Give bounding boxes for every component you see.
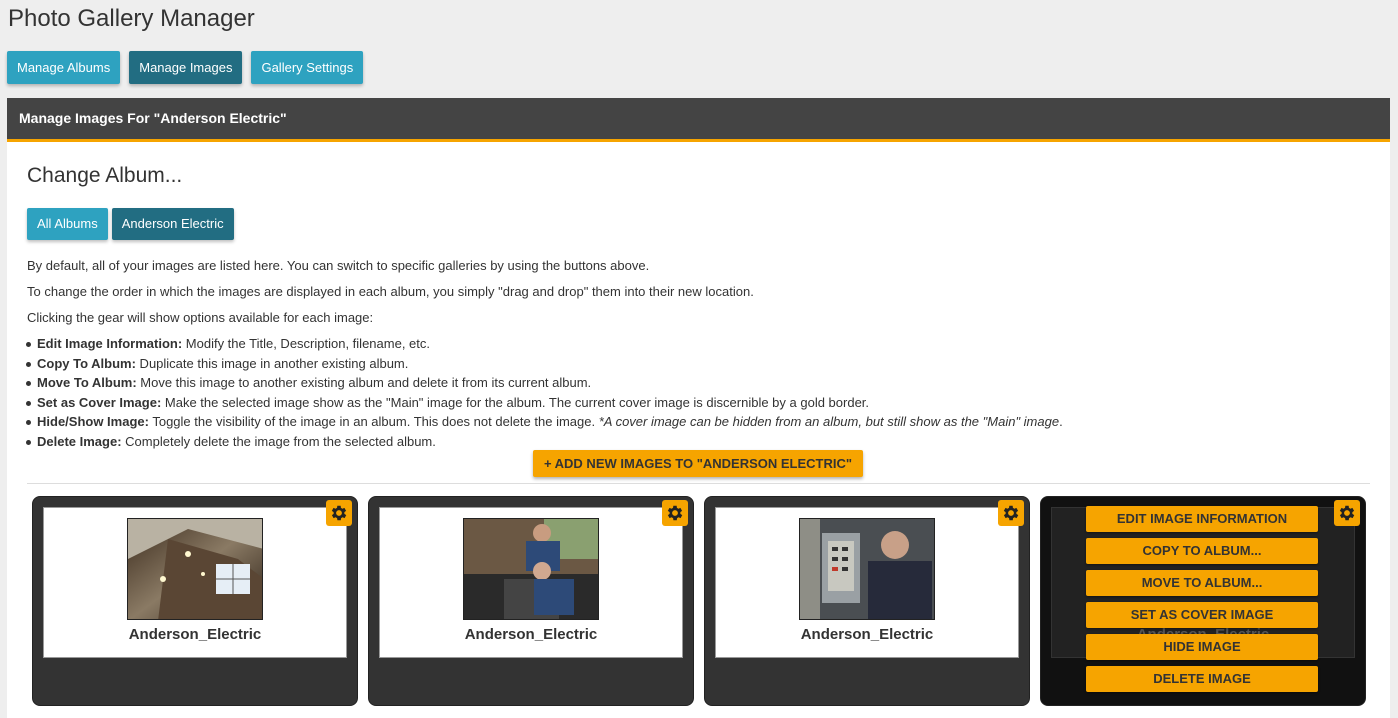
manage-images-button[interactable]: Manage Images — [129, 51, 243, 84]
move-to-album-button[interactable]: MOVE TO ALBUM... — [1086, 570, 1318, 596]
all-albums-button[interactable]: All Albums — [27, 208, 108, 240]
hide-image-button[interactable]: HIDE IMAGE — [1086, 634, 1318, 660]
main-nav: Manage Albums Manage Images Gallery Sett… — [7, 51, 364, 84]
edit-image-information-button[interactable]: EDIT IMAGE INFORMATION — [1086, 506, 1318, 532]
image-card[interactable]: Anderson_Electric — [368, 496, 694, 706]
image-card-body: Anderson_Electric — [715, 507, 1019, 658]
image-card[interactable]: Anderson_Electric — [32, 496, 358, 706]
image-card-body: Anderson_Electric — [43, 507, 347, 658]
gear-options-list: Edit Image Information: Modify the Title… — [25, 334, 1063, 451]
image-title: Anderson_Electric — [464, 626, 598, 643]
add-new-images-button[interactable]: + ADD NEW IMAGES TO "ANDERSON ELECTRIC" — [533, 450, 863, 477]
image-thumbnail — [463, 518, 599, 620]
list-item: Copy To Album: Duplicate this image in a… — [25, 354, 1063, 374]
gear-icon[interactable] — [326, 500, 352, 526]
gear-icon[interactable] — [662, 500, 688, 526]
image-card-body: Anderson_Electric — [379, 507, 683, 658]
panel-header: Manage Images For "Anderson Electric" — [7, 98, 1390, 142]
image-options-menu: EDIT IMAGE INFORMATION COPY TO ALBUM... … — [1086, 506, 1318, 698]
gallery-settings-button[interactable]: Gallery Settings — [251, 51, 364, 84]
copy-to-album-button[interactable]: COPY TO ALBUM... — [1086, 538, 1318, 564]
delete-image-button[interactable]: DELETE IMAGE — [1086, 666, 1318, 692]
instructions-text-3: Clicking the gear will show options avai… — [27, 310, 374, 325]
manage-images-panel: Manage Images For "Anderson Electric" Ch… — [7, 98, 1390, 718]
list-item: Move To Album: Move this image to anothe… — [25, 373, 1063, 393]
anderson-electric-album-button[interactable]: Anderson Electric — [111, 208, 234, 240]
image-thumbnail — [799, 518, 935, 620]
change-album-heading: Change Album... — [27, 164, 183, 187]
gear-icon[interactable] — [998, 500, 1024, 526]
instructions-text-1: By default, all of your images are liste… — [27, 258, 650, 273]
image-card[interactable]: Anderson_Electric EDIT IMAGE INFORMATION… — [1040, 496, 1366, 706]
divider — [27, 483, 1370, 484]
image-title: Anderson_Electric — [800, 626, 934, 643]
list-item: Set as Cover Image: Make the selected im… — [25, 393, 1063, 413]
list-item: Delete Image: Completely delete the imag… — [25, 432, 1063, 452]
image-card[interactable]: Anderson_Electric — [704, 496, 1030, 706]
gear-icon[interactable] — [1334, 500, 1360, 526]
image-title: Anderson_Electric — [128, 626, 262, 643]
list-item: Edit Image Information: Modify the Title… — [25, 334, 1063, 354]
set-as-cover-image-button[interactable]: SET AS COVER IMAGE — [1086, 602, 1318, 628]
list-item: Hide/Show Image: Toggle the visibility o… — [25, 412, 1063, 432]
image-thumbnail — [127, 518, 263, 620]
instructions-text-2: To change the order in which the images … — [27, 284, 754, 299]
manage-albums-button[interactable]: Manage Albums — [7, 51, 121, 84]
app-title: Photo Gallery Manager — [8, 5, 255, 32]
album-filter-buttons: All Albums Anderson Electric — [27, 208, 234, 240]
